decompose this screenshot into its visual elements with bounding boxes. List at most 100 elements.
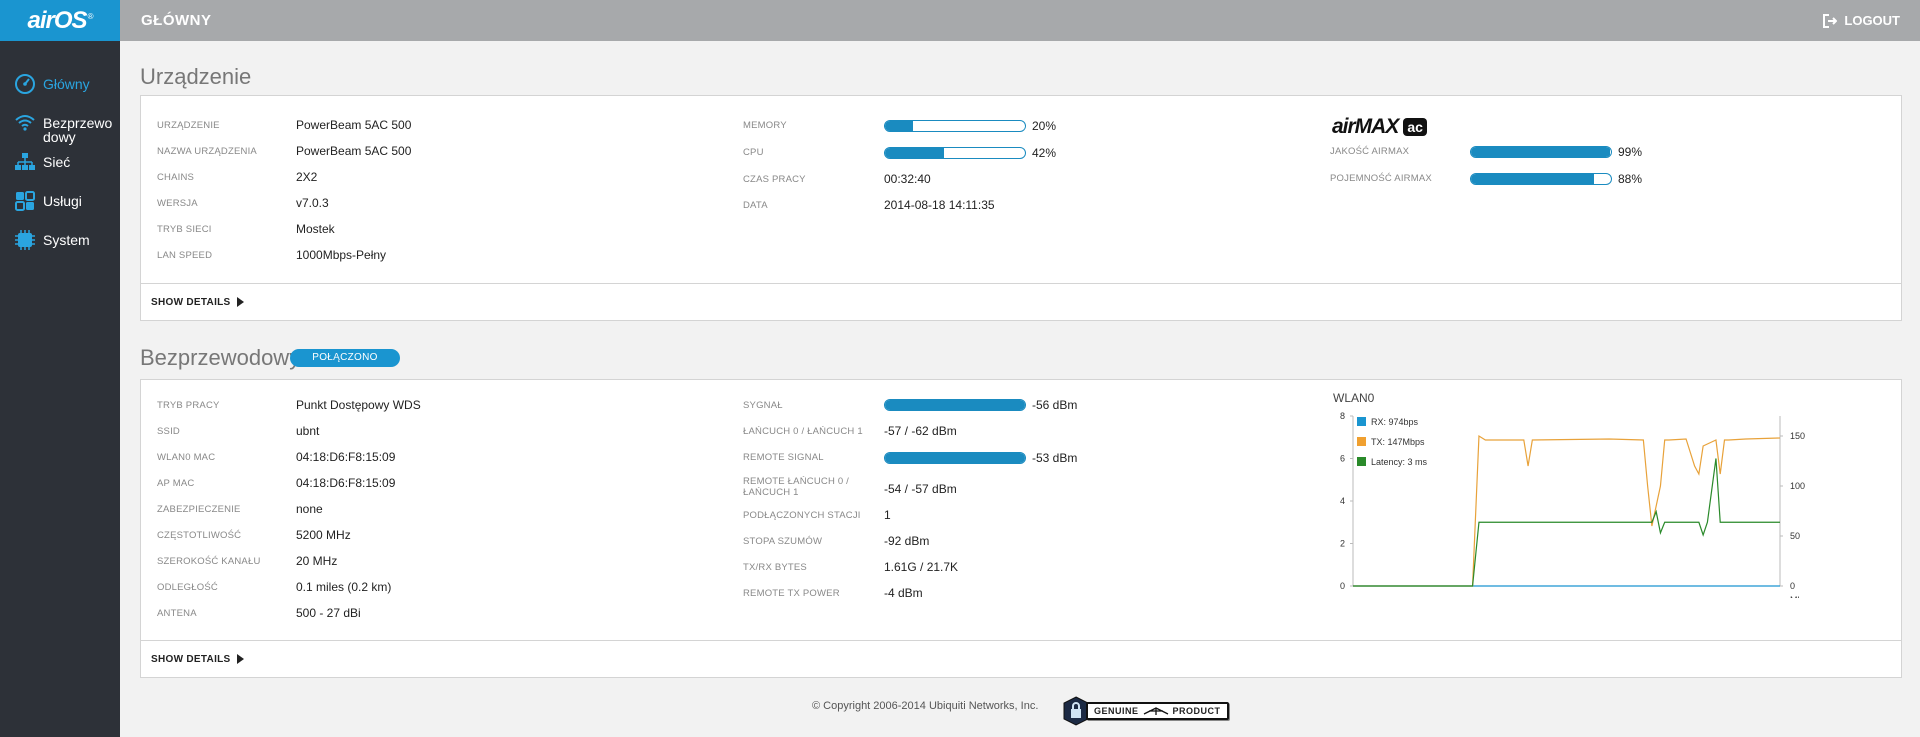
field-value: 500 - 27 dBi	[296, 606, 361, 620]
cpu-value: 42%	[1032, 146, 1057, 160]
wlan0-throughput-chart: WLAN0 8 6 4 2 0 150 100 50 0 ms Mbps RX: 974bps TX: 1…	[1333, 391, 1811, 598]
ubnt-antenna-icon	[1143, 707, 1168, 715]
uptime-value: 00:32:40	[884, 172, 931, 186]
legend-label: RX: 974bps	[1371, 417, 1419, 427]
logout-button[interactable]: LOGOUT	[1823, 13, 1900, 28]
device-field-row: URZĄDZENIE	[157, 115, 220, 135]
stations-row: PODŁĄCZONYCH STACJI	[743, 505, 861, 525]
right-tick-label: 50	[1790, 531, 1800, 541]
bytes-value: 1.61G / 21.7K	[884, 560, 959, 574]
noise-value: -92 dBm	[884, 534, 930, 548]
remote-chains-value: -54 / -57 dBm	[884, 482, 957, 496]
dashboard-icon	[15, 74, 35, 94]
wireless-field-row: CZĘSTOTLIWOŚĆ	[157, 525, 241, 545]
memory-label: MEMORY	[743, 119, 787, 131]
device-show-details-button[interactable]: SHOW DETAILS	[141, 283, 1901, 320]
legend-label: Latency: 3 ms	[1371, 457, 1428, 467]
sidebar-item-uslugi[interactable]: Usługi	[0, 188, 120, 227]
right-tick-label: 150	[1790, 431, 1805, 441]
triangle-right-icon	[236, 654, 244, 664]
field-value: none	[296, 502, 323, 516]
right-tick-label: 100	[1790, 481, 1805, 491]
date-row: DATA	[743, 195, 768, 215]
uptime-label: CZAS PRACY	[743, 173, 806, 185]
legend-swatch	[1357, 457, 1366, 466]
wireless-field-row: SZEROKOŚĆ KANAŁU	[157, 551, 261, 571]
device-section-title: Urządzenie	[140, 64, 252, 89]
ac-badge: ac	[1403, 118, 1427, 136]
field-label: TRYB PRACY	[157, 399, 220, 411]
field-label: CHAINS	[157, 171, 195, 183]
right-axis-unit: Mbps	[1790, 595, 1811, 598]
memory-bar-fill	[885, 121, 913, 131]
airmax-capacity-row: POJEMNOŚĆ AIRMAX	[1330, 168, 1432, 188]
product-label: PRODUCT	[1172, 706, 1221, 716]
wireless-field-row: ODLEGŁOŚĆ	[157, 577, 218, 597]
field-value: v7.0.3	[296, 196, 329, 210]
cpu-label: CPU	[743, 146, 764, 158]
remote-chains-label-line2: ŁAŃCUCH 1	[743, 487, 799, 498]
triangle-right-icon	[236, 297, 244, 307]
logo[interactable]: airOS®	[0, 0, 120, 41]
airmax-ac-logo: airMAX ac	[1332, 115, 1427, 139]
sidebar-nav: Główny Bezprzewo dowy Sieć Usługi System	[0, 71, 120, 266]
right-tick-label: 0	[1790, 581, 1795, 591]
stations-value: 1	[884, 508, 891, 522]
left-tick-label: 6	[1340, 454, 1345, 464]
date-value: 2014-08-18 14:11:35	[884, 198, 995, 212]
chains-row: ŁAŃCUCH 0 / ŁAŃCUCH 1	[743, 421, 863, 441]
field-label: TRYB SIECI	[157, 223, 212, 235]
device-field-row: CHAINS	[157, 167, 194, 187]
field-value: ubnt	[296, 424, 320, 438]
field-value: Mostek	[296, 222, 335, 236]
field-value: Punkt Dostępowy WDS	[296, 398, 421, 412]
sidebar-item-label: Bezprzewo dowy	[43, 115, 113, 145]
device-panel: URZĄDZENIE PowerBeam 5AC 500 NAZWA URZĄD…	[140, 95, 1902, 321]
remote-tx-label: REMOTE TX POWER	[743, 587, 840, 599]
wireless-field-row: SSID	[157, 421, 180, 441]
airmax-quality-bar	[1470, 146, 1612, 158]
genuine-product-badge[interactable]: GENUINE PRODUCT	[1063, 696, 1229, 726]
device-field-row: TRYB SIECI	[157, 219, 212, 239]
remote-signal-label: REMOTE SIGNAL	[743, 451, 824, 463]
field-label: URZĄDZENIE	[157, 119, 220, 131]
show-details-label: SHOW DETAILS	[151, 296, 231, 308]
remote-tx-value: -4 dBm	[884, 586, 923, 600]
cpu-row: CPU	[743, 142, 764, 162]
legend-swatch	[1357, 437, 1366, 446]
airmax-logo-text: airMAX	[1332, 115, 1399, 138]
remote-tx-row: REMOTE TX POWER	[743, 583, 840, 603]
airmax-capacity-label: POJEMNOŚĆ AIRMAX	[1330, 172, 1432, 184]
field-label: ANTENA	[157, 607, 197, 619]
memory-bar	[884, 120, 1026, 132]
legend-label: TX: 147Mbps	[1371, 437, 1425, 447]
field-label: WLAN0 MAC	[157, 451, 216, 463]
uptime-row: CZAS PRACY	[743, 169, 806, 189]
noise-label: STOPA SZUMÓW	[743, 535, 823, 547]
left-tick-label: 0	[1340, 581, 1345, 591]
signal-row: SYGNAŁ	[743, 395, 783, 415]
sidebar-item-bezprzewodowy[interactable]: Bezprzewo dowy	[0, 110, 120, 149]
sidebar-item-label: System	[43, 232, 90, 248]
wireless-field-row: ANTENA	[157, 603, 197, 623]
airmax-capacity-fill	[1471, 174, 1595, 184]
left-tick-label: 4	[1340, 496, 1345, 506]
top-header: GŁÓWNY LOGOUT	[120, 0, 1920, 41]
field-label: SZEROKOŚĆ KANAŁU	[157, 555, 261, 567]
cpu-bar-fill	[885, 148, 944, 158]
field-label: WERSJA	[157, 197, 198, 209]
remote-signal-bar-fill	[885, 453, 1025, 463]
remote-signal-value: -53 dBm	[1032, 451, 1078, 465]
sidebar-item-glowny[interactable]: Główny	[0, 71, 120, 110]
airmax-quality-row: JAKOŚĆ AIRMAX	[1330, 141, 1409, 161]
sidebar-item-system[interactable]: System	[0, 227, 120, 266]
wireless-show-details-button[interactable]: SHOW DETAILS	[141, 640, 1901, 677]
airmax-quality-value: 99%	[1618, 145, 1643, 159]
chains-value: -57 / -62 dBm	[884, 424, 957, 438]
field-label: NAZWA URZĄDZENIA	[157, 145, 257, 157]
chains-label: ŁAŃCUCH 0 / ŁAŃCUCH 1	[743, 425, 863, 437]
field-value: 04:18:D6:F8:15:09	[296, 450, 396, 464]
sidebar-item-siec[interactable]: Sieć	[0, 149, 120, 188]
field-value: PowerBeam 5AC 500	[296, 144, 412, 158]
airos-logo: airOS®	[27, 6, 94, 34]
